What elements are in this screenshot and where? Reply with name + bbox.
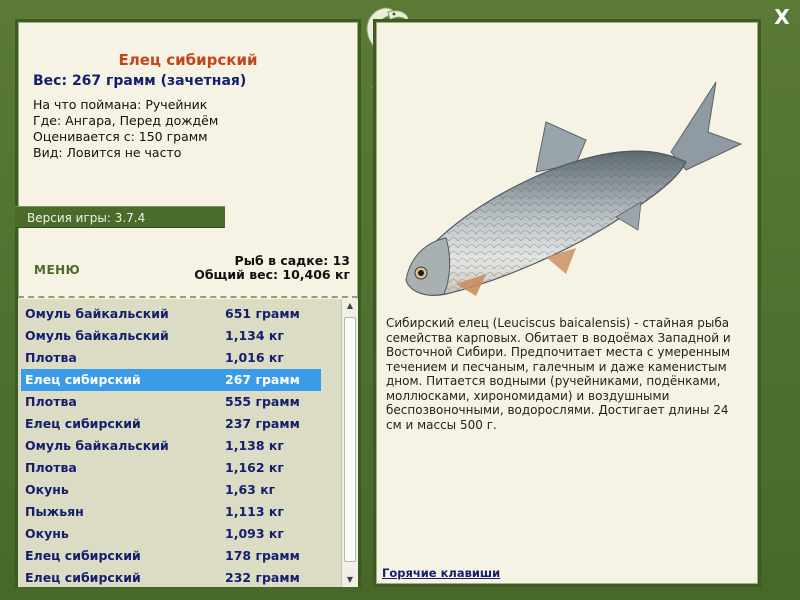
list-item-name: Плотва — [25, 460, 77, 475]
list-item-name: Окунь — [25, 526, 69, 541]
list-item-weight: 1,134 кг — [225, 328, 284, 343]
fish-info: Елец сибирский Вес: 267 грамм (зачетная)… — [18, 22, 358, 207]
hotkeys-link[interactable]: Горячие клавиши — [382, 566, 500, 580]
list-item[interactable]: Елец сибирский 237 грамм — [21, 413, 321, 435]
list-item-weight: 555 грамм — [225, 394, 300, 409]
list-item-name: Плотва — [25, 394, 77, 409]
list-item-weight: 1,016 кг — [225, 350, 284, 365]
list-item-name: Окунь — [25, 482, 69, 497]
fish-weight: Вес: 267 грамм (зачетная) — [33, 73, 247, 89]
catch-list[interactable]: Омуль байкальский 651 грамм Омуль байкальс… — [18, 299, 358, 587]
list-item[interactable]: Елец сибирский 267 грамм — [21, 369, 321, 391]
list-item-name: Елец сибирский — [25, 570, 141, 585]
list-item-name: Пыжьян — [25, 504, 84, 519]
list-item[interactable]: Омуль байкальский 651 грамм — [21, 303, 321, 325]
list-item-weight: 267 грамм — [225, 372, 300, 387]
total-weight: Общий вес: 10,406 кг — [194, 267, 350, 282]
list-item-weight: 1,162 кг — [225, 460, 284, 475]
list-item[interactable]: Пыжьян 1,113 кг — [21, 501, 321, 523]
list-item-name: Елец сибирский — [25, 372, 141, 387]
close-button[interactable]: X — [768, 4, 796, 30]
keepnet-stats: Рыб в садке: 13 Общий вес: 10,406 кг — [194, 254, 350, 282]
list-item[interactable]: Плотва 1,016 кг — [21, 347, 321, 369]
list-item[interactable]: Омуль байкальский 1,138 кг — [21, 435, 321, 457]
list-item-weight: 178 грамм — [225, 548, 300, 563]
list-item-weight: 1,138 кг — [225, 438, 284, 453]
list-item[interactable]: Окунь 1,093 кг — [21, 523, 321, 545]
right-panel: Сибирский елец (Leuciscus baicalensis) -… — [373, 19, 761, 587]
list-item-weight: 232 грамм — [225, 570, 300, 585]
scroll-up-icon[interactable]: ▲ — [342, 299, 358, 313]
fish-title: Елец сибирский — [118, 51, 258, 69]
scroll-down-icon[interactable]: ▼ — [342, 573, 358, 587]
detail-min-weight: Оценивается с: 150 грамм — [33, 129, 208, 144]
fish-count: Рыб в садке: 13 — [234, 253, 350, 268]
menu-button[interactable]: МЕНЮ — [34, 263, 80, 277]
list-item[interactable]: Елец сибирский 232 грамм — [21, 567, 321, 587]
list-item-name: Елец сибирский — [25, 416, 141, 431]
list-item-weight: 237 грамм — [225, 416, 300, 431]
list-item-name: Плотва — [25, 350, 77, 365]
scroll-thumb[interactable] — [344, 317, 356, 562]
fish-details: На что поймана: Ручейник Где: Ангара, Пе… — [33, 97, 218, 161]
list-item-weight: 1,093 кг — [225, 526, 284, 541]
list-item[interactable]: Окунь 1,63 кг — [21, 479, 321, 501]
list-item-weight: 1,63 кг — [225, 482, 276, 497]
list-item-weight: 1,113 кг — [225, 504, 284, 519]
detail-bait: На что поймана: Ручейник — [33, 97, 208, 112]
list-item[interactable]: Омуль байкальский 1,134 кг — [21, 325, 321, 347]
list-item[interactable]: Плотва 555 грамм — [21, 391, 321, 413]
dashed-divider — [18, 296, 358, 298]
left-panel: Елец сибирский Вес: 267 грамм (зачетная)… — [15, 19, 361, 587]
detail-rarity: Вид: Ловится не часто — [33, 145, 182, 160]
list-item-name: Омуль байкальский — [25, 438, 169, 453]
list-item-name: Омуль байкальский — [25, 328, 169, 343]
version-label: Версия игры: 3.7.4 — [15, 206, 225, 228]
list-item-weight: 651 грамм — [225, 306, 300, 321]
detail-place: Где: Ангара, Перед дождём — [33, 113, 219, 128]
list-item-name: Елец сибирский — [25, 548, 141, 563]
fish-description: Сибирский елец (Leuciscus baicalensis) -… — [386, 316, 731, 432]
close-icon: X — [774, 5, 790, 29]
list-scrollbar[interactable]: ▲ ▼ — [341, 299, 358, 587]
fish-illustration — [405, 81, 743, 296]
list-item[interactable]: Елец сибирский 178 грамм — [21, 545, 321, 567]
list-item-name: Омуль байкальский — [25, 306, 169, 321]
list-item[interactable]: Плотва 1,162 кг — [21, 457, 321, 479]
